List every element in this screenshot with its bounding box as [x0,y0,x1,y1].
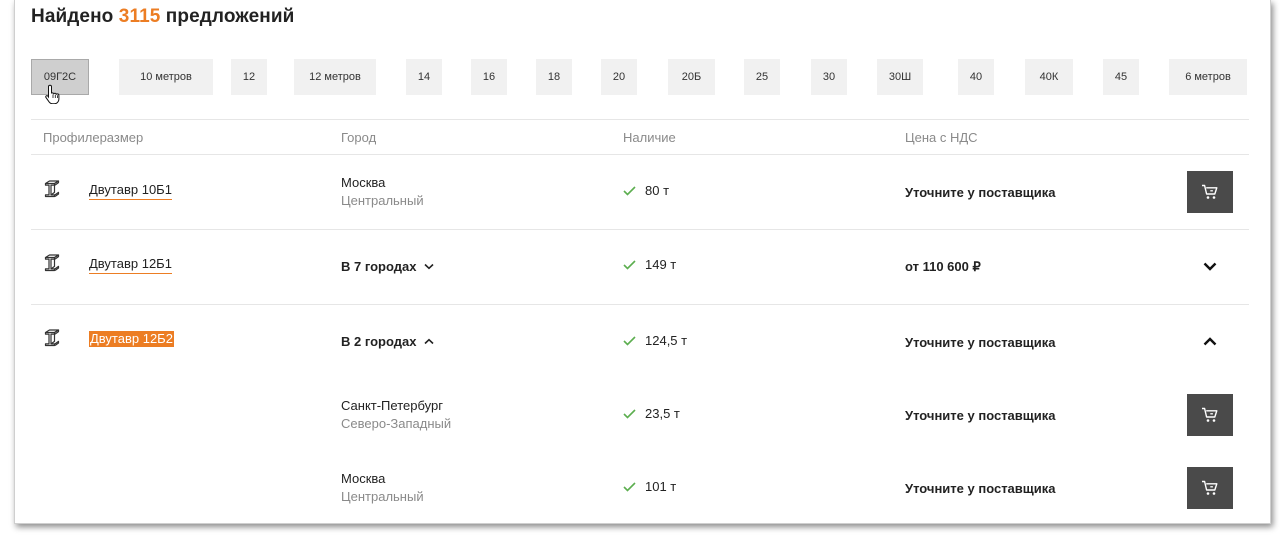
results-heading: Найдено 3115 предложений [31,6,294,28]
cities-count: В 7 городах [341,259,417,274]
price-cell: Уточните у поставщика [905,335,1056,350]
cart-icon [1202,407,1218,422]
cities-count: В 2 городах [341,334,417,349]
filter-chips: 09Г2С 10 метров 12 12 метров 14 16 18 20… [31,59,1247,95]
offers-panel: Найдено 3115 предложений 09Г2С 10 метров… [14,0,1271,524]
check-icon [623,408,636,419]
table-row: Двутавр 12Б2 В 2 городах 124,5 т Уточнит… [31,305,1249,379]
expand-row-button[interactable] [1201,259,1219,273]
add-to-cart-button[interactable] [1187,394,1233,436]
chevron-down-icon [1203,262,1217,271]
stock-cell: 149 т [623,257,676,272]
cities-dropdown[interactable]: В 7 городах [341,259,435,274]
product-link[interactable]: Двутавр 12Б2 [89,331,174,347]
i-beam-icon [44,180,60,198]
filter-chip[interactable]: 09Г2С [31,59,89,95]
check-icon [623,481,636,492]
chevron-down-icon [424,263,435,270]
column-header-stock: Наличие [623,130,676,145]
filter-chip[interactable]: 30 [811,59,847,95]
chevron-up-icon [1203,336,1217,345]
filter-chip[interactable]: 14 [406,59,442,95]
region-name: Центральный [341,193,424,208]
city-name: Москва [341,175,386,190]
city-cell: Москва Центральный [341,174,424,210]
filter-chip[interactable]: 16 [471,59,507,95]
city-cell: Москва Центральный [341,470,424,506]
add-to-cart-button[interactable] [1187,171,1233,213]
stock-amount: 23,5 т [645,406,680,421]
filter-chip[interactable]: 18 [536,59,572,95]
filter-chip[interactable]: 10 метров [119,59,213,95]
product-link[interactable]: Двутавр 10Б1 [89,182,172,200]
i-beam-icon [44,254,60,272]
filter-chip[interactable]: 30Ш [877,59,923,95]
price-cell: Уточните у поставщика [905,185,1056,200]
chevron-up-icon [424,338,435,345]
product-link[interactable]: Двутавр 12Б1 [89,256,172,274]
price-cell: Уточните у поставщика [905,408,1056,423]
stock-amount: 124,5 т [645,333,688,348]
city-cell: Санкт-Петербург Северо-Западный [341,397,451,433]
stock-cell: 101 т [623,479,676,494]
stock-cell: 124,5 т [623,333,687,348]
table-sub-row: Санкт-Петербург Северо-Западный 23,5 т У… [31,379,1249,453]
filter-chip[interactable]: 25 [744,59,780,95]
cart-icon [1202,480,1218,495]
column-header-price: Цена с НДС [905,130,978,145]
check-icon [623,259,636,270]
filter-chip[interactable]: 12 [231,59,267,95]
stock-amount: 101 т [645,479,677,494]
filter-chip[interactable]: 40К [1025,59,1073,95]
stock-cell: 80 т [623,183,669,198]
results-count: 3115 [118,6,161,27]
check-icon [623,335,636,346]
column-header-profile: Профилеразмер [43,130,144,145]
table-sub-row: Москва Центральный 101 т Уточните у пост… [31,453,1249,523]
table-row: Двутавр 12Б1 В 7 городах 149 т от 110 60… [31,230,1249,305]
results-heading-suffix: предложений [165,6,295,27]
city-name: Москва [341,471,386,486]
filter-chip[interactable]: 12 метров [294,59,376,95]
region-name: Центральный [341,489,424,504]
table-header: Профилеразмер Город Наличие Цена с НДС [31,119,1249,155]
table-row: Двутавр 10Б1 Москва Центральный 80 т Уто… [31,155,1249,230]
filter-chip[interactable]: 40 [958,59,994,95]
filter-chip[interactable]: 20 [601,59,637,95]
filter-chip[interactable]: 6 метров [1169,59,1247,95]
price-cell: от 110 600 ₽ [905,259,981,274]
stock-amount: 80 т [645,183,670,198]
collapse-row-button[interactable] [1201,334,1219,348]
add-to-cart-button[interactable] [1187,467,1233,509]
price-cell: Уточните у поставщика [905,481,1056,496]
i-beam-icon [44,329,60,347]
cart-icon [1202,184,1218,199]
cities-dropdown[interactable]: В 2 городах [341,334,435,349]
check-icon [623,185,636,196]
column-header-city: Город [341,130,377,145]
stock-cell: 23,5 т [623,406,680,421]
results-heading-prefix: Найдено [31,6,114,27]
offers-table: Профилеразмер Город Наличие Цена с НДС Д… [31,119,1249,523]
city-name: Санкт-Петербург [341,398,443,413]
filter-chip[interactable]: 45 [1103,59,1139,95]
stock-amount: 149 т [645,257,677,272]
region-name: Северо-Западный [341,416,452,431]
filter-chip[interactable]: 20Б [668,59,715,95]
